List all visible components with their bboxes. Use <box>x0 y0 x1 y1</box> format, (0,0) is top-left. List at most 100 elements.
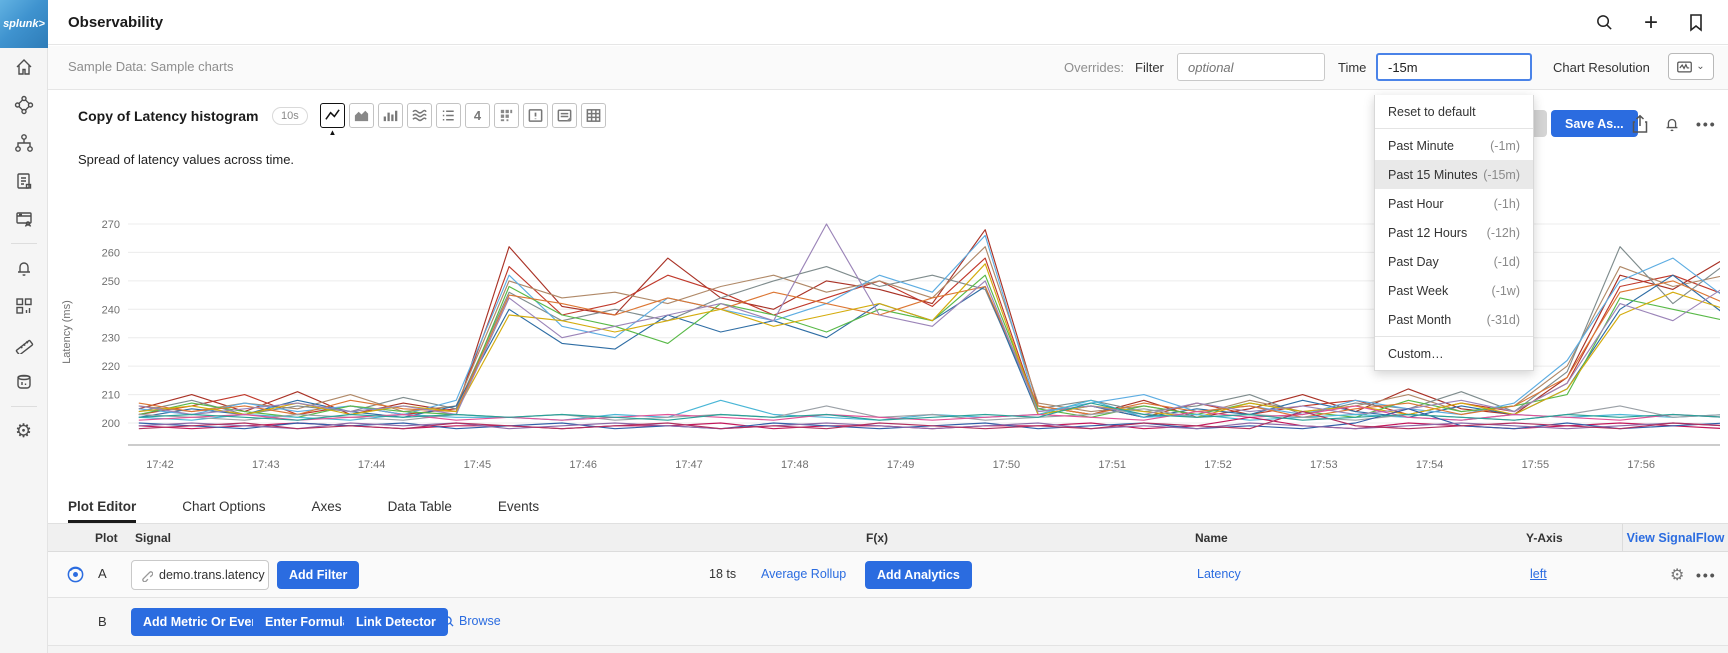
tab-axes[interactable]: Axes <box>312 490 342 523</box>
svg-text:17:54: 17:54 <box>1416 459 1444 471</box>
share-button[interactable] <box>1631 110 1649 137</box>
sidebar-item-metrics[interactable] <box>0 325 48 363</box>
menu-item-label: Past Day <box>1388 255 1439 269</box>
add-filter-button[interactable]: Add Filter <box>277 561 359 589</box>
sidebar-item-infrastructure[interactable] <box>0 124 48 162</box>
svg-text:220: 220 <box>102 361 120 373</box>
plot-name-link[interactable]: Latency <box>1197 567 1241 581</box>
plot-table-header: Plot Signal F(x) Name Y-Axis View Signal… <box>48 524 1728 552</box>
chart-alert-button[interactable] <box>1663 110 1681 137</box>
sidebar-item-dashboards[interactable] <box>0 287 48 325</box>
rollup-link[interactable]: Average Rollup <box>761 567 846 581</box>
sidebar-item-logs[interactable] <box>0 162 48 200</box>
breadcrumb[interactable]: Sample Data: Sample charts <box>68 59 233 74</box>
more-actions-button[interactable]: ••• <box>1696 110 1717 137</box>
sidebar-divider <box>11 406 37 407</box>
overrides-toolbar: Sample Data: Sample charts Overrides: Fi… <box>48 46 1728 90</box>
resolution-badge: 10s <box>272 107 308 125</box>
browser-user-icon <box>14 209 34 229</box>
chart-type-column[interactable] <box>378 103 403 128</box>
sidebar-item-settings[interactable]: ⚙ <box>0 412 48 450</box>
menu-item-label: Past Minute <box>1388 139 1454 153</box>
tab-events[interactable]: Events <box>498 490 539 523</box>
col-signal: Signal <box>135 531 171 545</box>
event-feed-icon <box>527 107 544 124</box>
menu-item-custom[interactable]: Custom… <box>1375 339 1533 368</box>
menu-item-past-15-minutes[interactable]: Past 15 Minutes (-15m) <box>1375 160 1533 189</box>
signal-value: demo.trans.latency <box>159 568 265 582</box>
text-note-icon <box>556 107 573 124</box>
plot-settings-button[interactable]: ⚙ <box>1670 565 1684 585</box>
time-input[interactable] <box>1376 53 1532 81</box>
plot-row-a: A demo.trans.latency Add Filter 18 ts Av… <box>48 552 1728 598</box>
tab-chart-options[interactable]: Chart Options <box>182 490 265 523</box>
sidebar-item-rum[interactable] <box>0 200 48 238</box>
svg-text:17:47: 17:47 <box>675 459 703 471</box>
menu-item-past-hour[interactable]: Past Hour (-1h) <box>1375 189 1533 218</box>
plot-more-button[interactable]: ••• <box>1696 567 1717 583</box>
plus-icon: + <box>1644 9 1658 37</box>
svg-text:17:56: 17:56 <box>1627 459 1655 471</box>
signal-field-a[interactable]: demo.trans.latency <box>131 560 269 590</box>
svg-text:17:42: 17:42 <box>146 459 174 471</box>
chart-type-table[interactable] <box>581 103 606 128</box>
sidebar-divider <box>11 243 37 244</box>
add-analytics-button[interactable]: Add Analytics <box>865 561 972 589</box>
ts-count: 18 ts <box>709 567 736 581</box>
menu-item-past-minute[interactable]: Past Minute (-1m) <box>1375 131 1533 160</box>
svg-text:17:48: 17:48 <box>781 459 809 471</box>
tab-data-table[interactable]: Data Table <box>388 490 452 523</box>
time-label: Time <box>1338 60 1366 75</box>
menu-item-reset[interactable]: Reset to default <box>1375 97 1533 126</box>
visibility-toggle-a[interactable] <box>66 565 85 589</box>
menu-item-past-12-hours[interactable]: Past 12 Hours (-12h) <box>1375 218 1533 247</box>
eye-icon <box>66 565 85 584</box>
svg-text:200: 200 <box>102 418 120 430</box>
svg-text:17:51: 17:51 <box>1098 459 1126 471</box>
link-detector-button[interactable]: Link Detector <box>344 608 448 636</box>
view-signalflow-link[interactable]: View SignalFlow <box>1627 531 1725 545</box>
chart-type-heatmap[interactable] <box>494 103 519 128</box>
sidebar-item-alerts[interactable] <box>0 249 48 287</box>
filter-label: Filter <box>1135 60 1164 75</box>
sidebar-item-apm[interactable] <box>0 86 48 124</box>
bookmarks-button[interactable] <box>1688 13 1704 32</box>
menu-item-past-week[interactable]: Past Week (-1w) <box>1375 276 1533 305</box>
database-icon <box>14 372 34 392</box>
svg-text:17:52: 17:52 <box>1204 459 1232 471</box>
chart-type-event-feed[interactable] <box>523 103 548 128</box>
chart-subtitle: Spread of latency values across time. <box>78 152 294 167</box>
chart-type-list[interactable] <box>436 103 461 128</box>
menu-item-shortcut: (-15m) <box>1483 168 1520 182</box>
chart-type-area[interactable] <box>349 103 374 128</box>
filter-input[interactable] <box>1177 53 1325 81</box>
menu-item-past-month[interactable]: Past Month (-31d) <box>1375 305 1533 334</box>
svg-text:250: 250 <box>102 276 120 288</box>
chart-type-stacked-lines[interactable] <box>407 103 432 128</box>
search-button[interactable] <box>1595 13 1614 32</box>
sidebar-item-home[interactable] <box>0 48 48 86</box>
menu-item-past-day[interactable]: Past Day (-1d) <box>1375 247 1533 276</box>
chart-type-line[interactable]: ▲ <box>320 103 345 128</box>
svg-text:Latency (ms): Latency (ms) <box>61 300 73 364</box>
save-as-button[interactable]: Save As... <box>1551 110 1638 137</box>
splunk-logo[interactable]: splunk> <box>0 0 48 48</box>
plot-editor-table: Plot Signal F(x) Name Y-Axis View Signal… <box>48 523 1728 653</box>
menu-item-label: Custom… <box>1388 347 1444 361</box>
list-icon <box>440 107 457 124</box>
menu-item-label: Past Week <box>1388 284 1448 298</box>
link-icon <box>140 569 153 582</box>
svg-text:270: 270 <box>102 219 120 231</box>
y-axis-link[interactable]: left <box>1530 567 1547 581</box>
sidebar-item-data[interactable] <box>0 363 48 401</box>
svg-text:17:53: 17:53 <box>1310 459 1338 471</box>
editor-tabs: Plot Editor Chart Options Axes Data Tabl… <box>48 490 1728 523</box>
tab-plot-editor[interactable]: Plot Editor <box>68 490 136 523</box>
bell-icon <box>1663 114 1681 134</box>
chart-resolution-select[interactable]: ⌄ <box>1668 53 1714 80</box>
browse-link[interactable]: Browse <box>442 614 501 628</box>
gear-icon: ⚙ <box>1670 567 1684 584</box>
create-button[interactable]: + <box>1644 9 1658 37</box>
chart-type-text[interactable] <box>552 103 577 128</box>
chart-type-single-value[interactable]: 4 <box>465 103 490 128</box>
